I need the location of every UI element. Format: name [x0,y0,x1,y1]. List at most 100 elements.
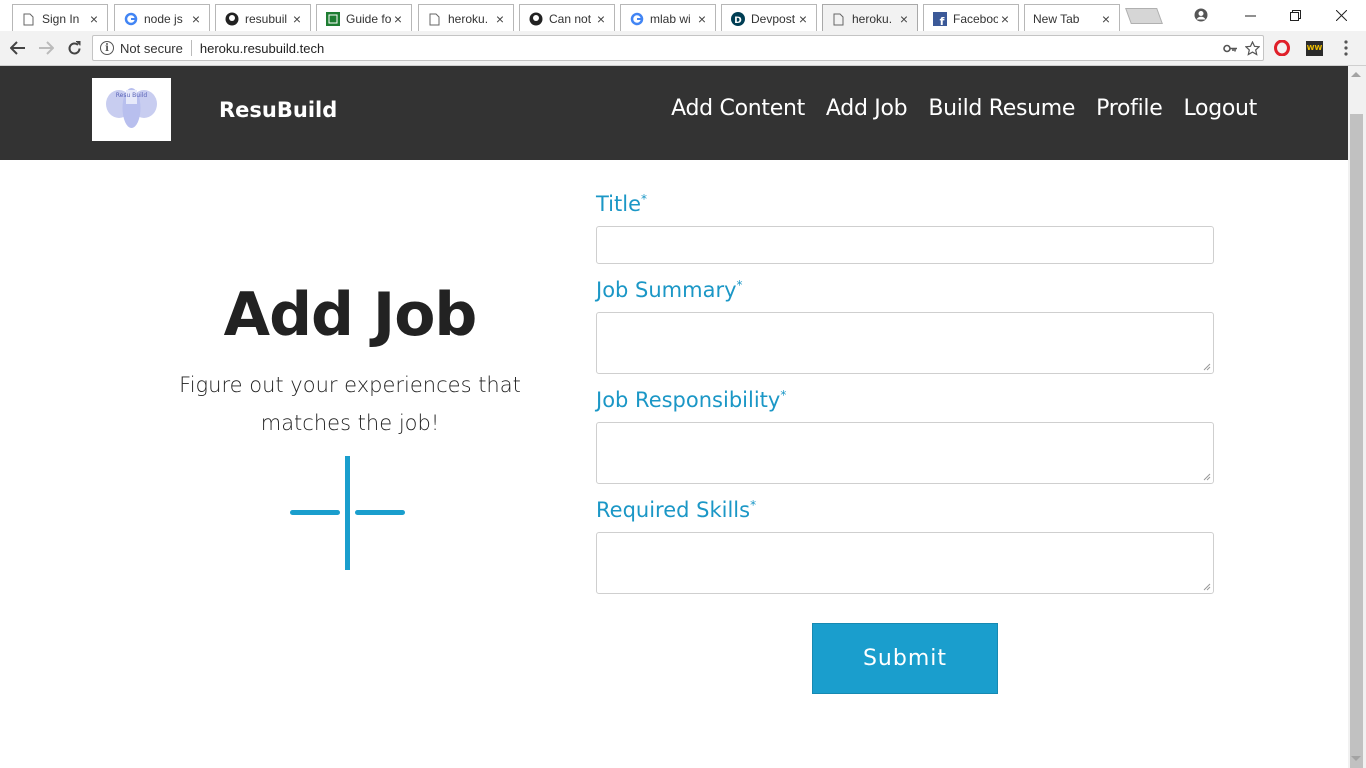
google-icon [123,12,138,27]
close-icon[interactable]: × [897,12,911,26]
svg-text:f: f [939,15,944,26]
menu-icon[interactable] [1336,38,1356,58]
browser-tab[interactable]: f Faceboo × [923,4,1019,31]
title-label: Title* [596,192,647,216]
tab-title: heroku. [448,12,489,26]
brand-name[interactable]: ResuBuild [219,98,337,122]
key-icon[interactable] [1219,37,1241,59]
back-button[interactable] [6,37,30,59]
github-icon [528,12,543,27]
scroll-up-icon[interactable] [1351,72,1361,77]
opera-extension-icon[interactable] [1272,38,1292,58]
nav-add-job[interactable]: Add Job [826,96,908,121]
tab-title: resubuil [245,12,288,26]
scroll-thumb[interactable] [1350,114,1363,768]
browser-tab-active[interactable]: heroku. × [822,4,918,31]
site-navbar: Resu Build ResuBuild Add Content Add Job… [0,66,1348,160]
devpost-icon: D [730,12,745,27]
browser-tab[interactable]: Guide fo × [316,4,412,31]
tab-title: heroku. [852,12,893,26]
tab-title: Can not [549,12,592,26]
close-icon[interactable]: × [796,12,810,26]
close-icon[interactable]: × [391,12,405,26]
new-tab-button[interactable] [1125,8,1163,24]
ext-badge-text: WW [1306,44,1322,52]
close-icon[interactable]: × [493,12,507,26]
document-icon [831,12,846,27]
resize-grip-icon[interactable] [1203,583,1211,591]
divider [190,40,192,56]
browser-tab[interactable]: heroku. × [418,4,514,31]
address-bar[interactable]: i Not secure heroku.resubuild.tech [92,35,1264,61]
job-responsibility-textarea[interactable] [596,422,1214,484]
star-icon[interactable] [1241,37,1263,59]
tab-title: New Tab [1033,12,1080,26]
facebook-icon: f [932,12,947,27]
close-icon[interactable]: × [1099,12,1113,26]
green-guide-icon [325,12,340,27]
page-scrollbar[interactable] [1348,66,1366,768]
reload-button[interactable] [62,37,86,59]
resubuild-logo[interactable]: Resu Build [92,78,171,141]
scroll-down-icon[interactable] [1351,756,1361,761]
close-icon[interactable]: × [87,12,101,26]
logo-text: Resu Build [116,92,148,99]
minimize-button[interactable] [1227,0,1273,30]
close-icon[interactable]: × [189,12,203,26]
job-responsibility-label-text: Job Responsibility [596,388,781,412]
nav-logout[interactable]: Logout [1183,96,1257,121]
tab-title: mlab wi [650,12,691,26]
url-text[interactable]: heroku.resubuild.tech [200,41,1219,56]
nav-profile[interactable]: Profile [1096,96,1163,121]
required-mark: * [780,388,787,402]
security-label: Not secure [120,40,183,56]
nav-build-resume[interactable]: Build Resume [928,96,1075,121]
svg-text:D: D [734,16,741,26]
tab-title: Devpost [751,12,796,26]
ww-extension-icon[interactable]: WW [1304,38,1324,58]
close-window-button[interactable] [1318,0,1364,30]
nav-add-content[interactable]: Add Content [671,96,805,121]
browser-tab[interactable]: Sign In × [12,4,108,31]
tab-title: Sign In [42,12,80,26]
job-summary-textarea[interactable] [596,312,1214,374]
close-icon[interactable]: × [290,12,304,26]
close-icon[interactable]: × [594,12,608,26]
tab-title: Guide fo [346,12,391,26]
title-input[interactable] [596,226,1214,264]
required-mark: * [750,498,757,512]
document-icon [21,12,36,27]
required-skills-label: Required Skills* [596,498,756,522]
info-icon[interactable]: i [100,41,114,55]
browser-tab[interactable]: resubuil × [215,4,311,31]
tab-title: node js [144,12,183,26]
resize-grip-icon[interactable] [1203,473,1211,481]
browser-tab[interactable]: D Devpost × [721,4,817,31]
browser-tab[interactable]: Can not × [519,4,615,31]
close-icon[interactable]: × [695,12,709,26]
resize-grip-icon[interactable] [1203,363,1211,371]
submit-button[interactable]: Submit [812,623,998,694]
required-skills-textarea[interactable] [596,532,1214,594]
cross-decoration-icon [288,455,408,571]
title-label-text: Title [596,192,642,216]
browser-tab[interactable]: node js × [114,4,210,31]
close-icon[interactable]: × [998,12,1012,26]
profile-icon[interactable] [1178,0,1224,30]
browser-tab[interactable]: mlab wi × [620,4,716,31]
main-nav: Add Content Add Job Build Resume Profile… [671,96,1257,121]
job-summary-label: Job Summary* [596,278,743,302]
restore-button[interactable] [1272,0,1318,30]
tab-title: Faceboo [953,12,998,26]
forward-button[interactable] [34,37,58,59]
job-summary-label-text: Job Summary [596,278,737,302]
github-icon [224,12,239,27]
required-skills-label-text: Required Skills [596,498,751,522]
tab-strip: Sign In × node js × resubuil × Guide fo … [0,0,1366,31]
google-icon [629,12,644,27]
browser-tab[interactable]: New Tab × [1024,4,1120,31]
page-subtitle: Figure out your experiences that matches… [179,373,521,435]
job-responsibility-label: Job Responsibility* [596,388,786,412]
page-title: Add Job [223,280,478,350]
document-icon [427,12,442,27]
